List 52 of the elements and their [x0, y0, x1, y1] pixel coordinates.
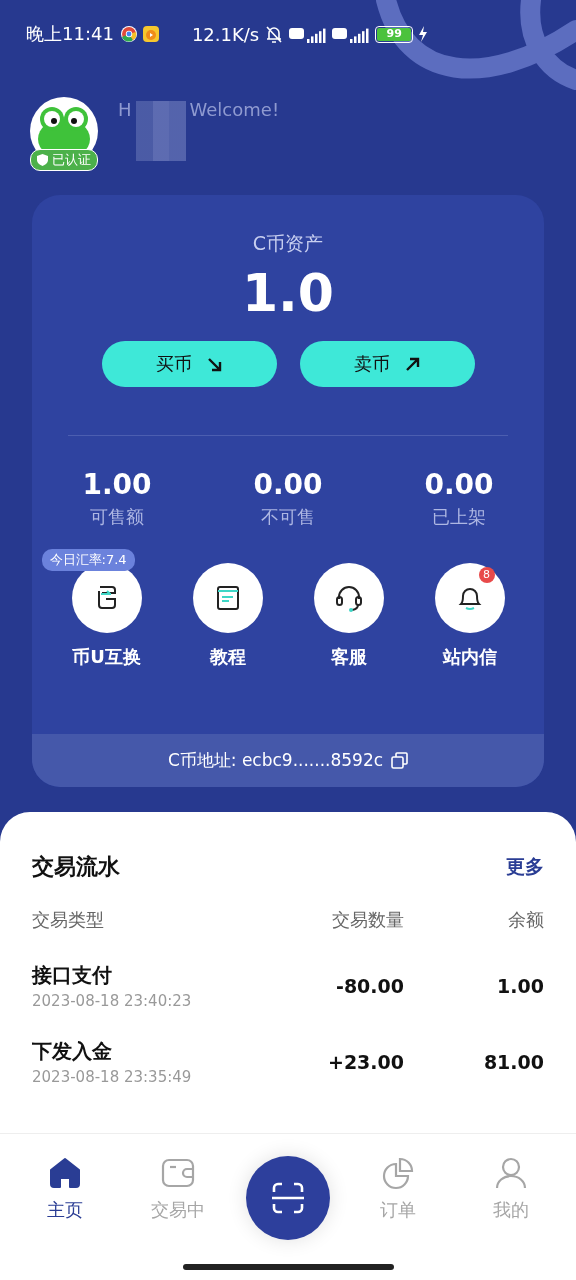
asset-title: C币资产 [252, 231, 324, 256]
arrow-icon [205, 355, 223, 373]
blurred-name [135, 101, 186, 161]
browser-icon [119, 25, 138, 43]
buy-button[interactable]: 买币 [101, 341, 277, 387]
column-header: 交易类型 [32, 908, 105, 932]
stat-value: 0.00 [252, 468, 324, 501]
battery-icon: 99 [375, 25, 414, 43]
transaction-type: 接口支付 [32, 962, 113, 989]
sell-button[interactable]: 卖币 [299, 341, 475, 387]
column-header: 交易数量 [331, 908, 404, 932]
profile-icon [494, 1156, 529, 1190]
stat-value: 1.00 [81, 468, 153, 501]
transaction-amount: +23.00 [326, 1051, 404, 1073]
greeting-text: H [118, 98, 132, 122]
action-label: 教程 [209, 645, 246, 669]
greeting-text: Welcome! [189, 98, 280, 122]
network-speed: 12.1K/s [191, 23, 260, 45]
transaction-amount: -80.00 [335, 975, 404, 997]
action-label: 币U互换 [72, 645, 141, 669]
transaction-time: 2023-08-18 23:35:49 [32, 1068, 193, 1086]
signal-icon [289, 25, 328, 43]
shield-icon [37, 154, 48, 166]
stat-value: 0.00 [423, 468, 495, 501]
signal-icon [332, 25, 371, 43]
balance-value: 1.00 [496, 975, 544, 997]
count-badge: 8 [478, 567, 495, 583]
action-label: 站内信 [442, 645, 497, 669]
charging-icon [418, 26, 429, 42]
action-label: 客服 [330, 645, 367, 669]
verified-label: 已认证 [52, 151, 91, 169]
home-icon [47, 1156, 82, 1190]
balance-value: 81.00 [482, 1051, 544, 1073]
stat-label: 不可售 [260, 505, 316, 529]
stat-label: 可售额 [89, 505, 145, 529]
orders-icon [381, 1156, 416, 1190]
status-time: 晚上11:41 [26, 22, 114, 46]
asset-amount: 1.0 [241, 263, 335, 323]
stat-label: 已上架 [431, 505, 487, 529]
transaction-time: 2023-08-18 23:40:23 [32, 992, 193, 1010]
column-header: 余额 [507, 908, 544, 932]
more-link[interactable]: 更多 [506, 854, 544, 880]
transaction-type: 下发入金 [32, 1038, 113, 1065]
section-title: 交易流水 [32, 853, 120, 881]
wallet-icon [160, 1156, 195, 1190]
coin-address: C币地址: ecbc9.......8592c [167, 749, 384, 772]
muted-bell-icon [264, 24, 285, 44]
tab-item[interactable]: 主页 [19, 1156, 110, 1228]
copy-icon [391, 752, 409, 769]
action-button[interactable]: 8 [434, 563, 505, 633]
app-icon [141, 25, 160, 43]
rate-tooltip: 今日汇率:7.4 [41, 549, 135, 571]
